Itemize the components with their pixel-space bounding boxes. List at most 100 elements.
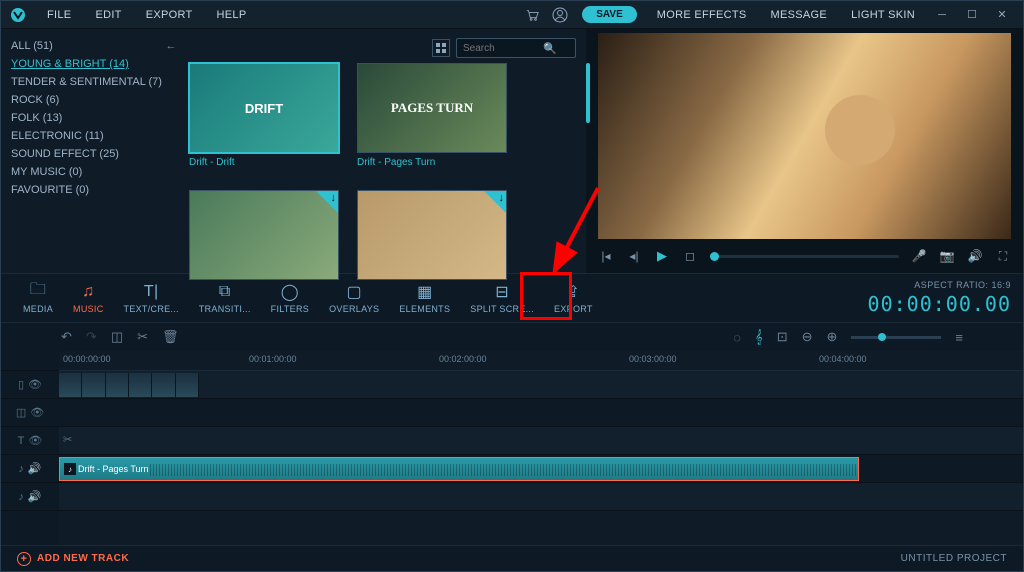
save-button[interactable]: SAVE: [582, 6, 637, 23]
menu-help[interactable]: HELP: [207, 5, 257, 25]
note-icon: ♪: [64, 463, 76, 475]
speaker-icon[interactable]: 🔊: [28, 490, 42, 503]
pip-track[interactable]: [59, 399, 1023, 427]
tab-split[interactable]: ⊟SPLIT SCRE...: [460, 279, 544, 318]
menu-light-skin[interactable]: LIGHT SKIN: [841, 5, 925, 25]
render-icon[interactable]: ◌: [733, 330, 741, 345]
media-library: ALL (51)← YOUNG & BRIGHT (14) TENDER & S…: [1, 29, 586, 273]
search-input[interactable]: [463, 43, 543, 54]
timeline: ▯👁 ◫👁 T👁 ♪🔊 ♪🔊 00:00:00:00 00:01:00:00 0…: [1, 351, 1023, 545]
maximize-icon[interactable]: ☐: [959, 2, 985, 28]
tab-transitions[interactable]: ⧉TRANSITI...: [189, 279, 261, 318]
undo-icon[interactable]: ↶: [61, 329, 72, 345]
media-thumb[interactable]: PAGES TURN Drift - Pages Turn: [357, 63, 507, 172]
library-scrollbar[interactable]: [586, 63, 590, 123]
pip-track-icon: ◫: [16, 406, 26, 419]
category-rock[interactable]: ROCK (6): [11, 91, 179, 109]
goto-start-icon[interactable]: |◂: [598, 249, 614, 263]
project-name: UNTITLED PROJECT: [901, 553, 1007, 564]
volume-icon[interactable]: 🔊: [967, 249, 983, 263]
tab-music[interactable]: ♫MUSIC: [63, 279, 114, 318]
video-clip[interactable]: [59, 373, 199, 397]
track-head-audio2[interactable]: ♪🔊: [1, 483, 59, 511]
media-thumb[interactable]: DRIFT Drift - Drift: [189, 63, 339, 172]
grid-view-icon[interactable]: [432, 39, 450, 57]
category-all[interactable]: ALL (51)←: [11, 37, 179, 55]
crop-icon[interactable]: ◫: [111, 329, 123, 345]
mic-icon[interactable]: 🎤: [911, 249, 927, 263]
menu-export[interactable]: EXPORT: [136, 5, 203, 25]
cut-icon[interactable]: ✂: [137, 329, 148, 345]
preview-panel: |◂ ◂| ▶ ◻ 🎤 📷 🔊 ⛶: [586, 29, 1023, 273]
search-icon[interactable]: 🔍: [543, 42, 557, 55]
category-young-bright[interactable]: YOUNG & BRIGHT (14): [11, 55, 179, 73]
redo-icon[interactable]: ↷: [86, 329, 97, 345]
category-favourite[interactable]: FAVOURITE (0): [11, 181, 179, 199]
search-box[interactable]: 🔍: [456, 38, 576, 58]
text-icon: T|: [144, 283, 159, 301]
preview-scrubber[interactable]: [710, 255, 899, 258]
zoom-fit-icon[interactable]: ⊡: [777, 329, 788, 345]
delete-icon[interactable]: 🗑: [162, 329, 179, 345]
app-logo-icon: [9, 6, 27, 24]
speaker-icon[interactable]: 🔊: [28, 462, 42, 475]
tab-export[interactable]: ⇪EXPORT: [544, 279, 603, 318]
video-track-icon: ▯: [18, 378, 24, 391]
snapshot-icon[interactable]: 📷: [939, 249, 955, 263]
ruler-tick: 00:00:00:00: [63, 354, 111, 364]
menu-more-effects[interactable]: MORE EFFECTS: [647, 5, 757, 25]
transition-icon: ⧉: [219, 283, 231, 301]
mixer-icon[interactable]: 𝄞: [755, 329, 763, 345]
eye-icon[interactable]: 👁: [28, 378, 42, 391]
category-sound-effect[interactable]: SOUND EFFECT (25): [11, 145, 179, 163]
add-track-button[interactable]: +ADD NEW TRACK: [17, 552, 129, 566]
zoom-slider[interactable]: [851, 336, 941, 339]
ruler-tick: 00:01:00:00: [249, 354, 297, 364]
track-head-audio1[interactable]: ♪🔊: [1, 455, 59, 483]
category-folk[interactable]: FOLK (13): [11, 109, 179, 127]
menu-edit[interactable]: EDIT: [85, 5, 131, 25]
category-electronic[interactable]: ELECTRONIC (11): [11, 127, 179, 145]
video-track[interactable]: [59, 371, 1023, 399]
close-icon[interactable]: ✕: [989, 2, 1015, 28]
tab-overlays[interactable]: ▢OVERLAYS: [319, 279, 389, 318]
cart-icon[interactable]: [520, 3, 544, 27]
tab-media[interactable]: 🗀MEDIA: [13, 279, 63, 318]
elements-icon: ▦: [417, 283, 432, 301]
menu-message[interactable]: MESSAGE: [761, 5, 838, 25]
zoom-in-icon[interactable]: ⊕: [827, 329, 838, 345]
tab-text[interactable]: T|TEXT/CRE...: [114, 279, 189, 318]
zoom-out-icon[interactable]: ⊖: [802, 329, 813, 345]
eye-icon[interactable]: 👁: [28, 434, 42, 447]
eye-icon[interactable]: 👁: [30, 406, 44, 419]
audio-clip[interactable]: ♪ Drift - Pages Turn: [59, 457, 859, 481]
category-my-music[interactable]: MY MUSIC (0): [11, 163, 179, 181]
download-icon[interactable]: ↓: [499, 192, 505, 204]
tab-filters[interactable]: ◯FILTERS: [261, 279, 319, 318]
split-icon: ⊟: [495, 283, 509, 301]
track-head-pip[interactable]: ◫👁: [1, 399, 59, 427]
audio-track-2[interactable]: [59, 483, 1023, 511]
track-head-text[interactable]: T👁: [1, 427, 59, 455]
play-icon[interactable]: ▶: [654, 248, 670, 264]
timeline-ruler[interactable]: 00:00:00:00 00:01:00:00 00:02:00:00 00:0…: [59, 351, 1023, 371]
text-track[interactable]: ✂: [59, 427, 1023, 455]
timecode-display: 00:00:00.00: [868, 292, 1011, 316]
media-thumb[interactable]: ↓: [357, 190, 507, 280]
back-icon[interactable]: ←: [163, 40, 179, 52]
menu-file[interactable]: FILE: [37, 5, 81, 25]
audio-track-1[interactable]: ♪ Drift - Pages Turn: [59, 455, 1023, 483]
account-icon[interactable]: [548, 3, 572, 27]
category-list: ALL (51)← YOUNG & BRIGHT (14) TENDER & S…: [11, 37, 179, 265]
stop-icon[interactable]: ◻: [682, 249, 698, 263]
media-thumb[interactable]: ↓: [189, 190, 339, 280]
minimize-icon[interactable]: ─: [929, 2, 955, 28]
prev-frame-icon[interactable]: ◂|: [626, 249, 642, 263]
track-head-video[interactable]: ▯👁: [1, 371, 59, 399]
thumb-image: PAGES TURN: [357, 63, 507, 153]
settings-icon[interactable]: ≡: [955, 330, 963, 345]
download-icon[interactable]: ↓: [331, 192, 337, 204]
tab-elements[interactable]: ▦ELEMENTS: [389, 279, 460, 318]
fullscreen-icon[interactable]: ⛶: [995, 249, 1011, 264]
category-tender[interactable]: TENDER & SENTIMENTAL (7): [11, 73, 179, 91]
